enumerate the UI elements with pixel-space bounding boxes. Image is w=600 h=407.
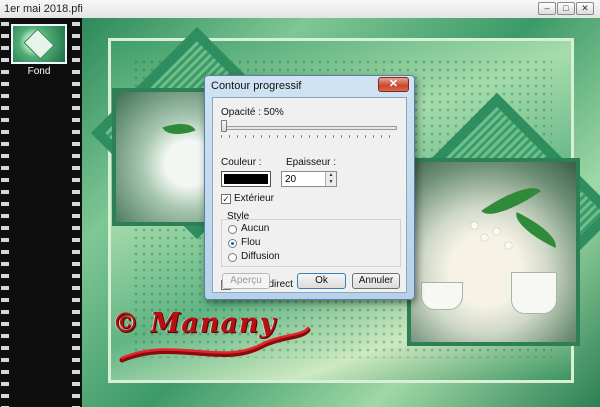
- layers-panel: Fond: [0, 18, 82, 407]
- style-radio-aucun[interactable]: [228, 225, 237, 234]
- film-sprockets-right: [72, 18, 80, 407]
- film-sprockets-left: [1, 18, 9, 407]
- minimize-button[interactable]: –: [538, 2, 556, 15]
- exterior-label: Extérieur: [234, 193, 275, 204]
- style-option-flou: Flou: [241, 237, 261, 248]
- window-title: 1er mai 2018.pfi: [4, 3, 83, 15]
- lily-bell-shape: [471, 222, 478, 229]
- dialog-title: Contour progressif: [211, 80, 302, 92]
- cancel-button[interactable]: Annuler: [352, 273, 400, 289]
- leaf-shape: [509, 212, 563, 248]
- style-radio-diffusion[interactable]: [228, 253, 237, 262]
- leaf-shape: [162, 117, 196, 141]
- contour-progressif-dialog: Contour progressif ✕ Opacité : 50% Coule…: [204, 75, 415, 300]
- opacity-slider-thumb[interactable]: [221, 120, 227, 132]
- thickness-label: Epaisseur :: [286, 157, 337, 168]
- color-swatch-fill: [224, 174, 268, 184]
- ok-button[interactable]: Ok: [297, 273, 346, 289]
- color-label: Couleur :: [221, 157, 262, 168]
- thumbnail-preview: [23, 28, 55, 60]
- preview-button[interactable]: Aperçu: [222, 273, 270, 289]
- lily-bell-shape: [505, 242, 512, 249]
- layer-thumbnail[interactable]: [11, 24, 67, 64]
- close-window-button[interactable]: ✕: [576, 2, 594, 15]
- artwork-teacup-photo: [407, 158, 580, 346]
- spin-down-icon[interactable]: ▼: [326, 179, 336, 186]
- style-option-diffusion: Diffusion: [241, 251, 280, 262]
- dialog-close-button[interactable]: ✕: [378, 77, 409, 92]
- style-option-aucun: Aucun: [241, 223, 270, 234]
- opacity-label: Opacité : 50%: [221, 107, 284, 118]
- lily-bell-shape: [481, 234, 488, 241]
- restore-button[interactable]: □: [557, 2, 575, 15]
- dialog-body: Opacité : 50% Couleur : Epaisseur : ▲ ▼ …: [212, 97, 407, 293]
- opacity-slider-ticks: [221, 135, 397, 138]
- artist-signature: © Manany: [112, 308, 277, 339]
- lily-bell-shape: [493, 228, 500, 235]
- thickness-spin-arrows[interactable]: ▲ ▼: [325, 172, 336, 186]
- style-radio-flou[interactable]: [228, 239, 237, 248]
- thickness-input[interactable]: [283, 172, 329, 186]
- leaf-shape: [481, 176, 541, 226]
- thickness-spinner[interactable]: ▲ ▼: [281, 171, 337, 187]
- vase-shape: [511, 272, 557, 314]
- teacup-shape: [421, 282, 463, 310]
- opacity-slider-track[interactable]: [221, 126, 397, 130]
- color-swatch[interactable]: [221, 171, 271, 187]
- window-titlebar: 1er mai 2018.pfi – □ ✕: [0, 0, 600, 19]
- spin-up-icon[interactable]: ▲: [326, 172, 336, 179]
- exterior-checkbox[interactable]: ✓: [221, 194, 231, 204]
- checkmark-icon: ✓: [222, 194, 230, 204]
- layer-label: Fond: [27, 66, 51, 77]
